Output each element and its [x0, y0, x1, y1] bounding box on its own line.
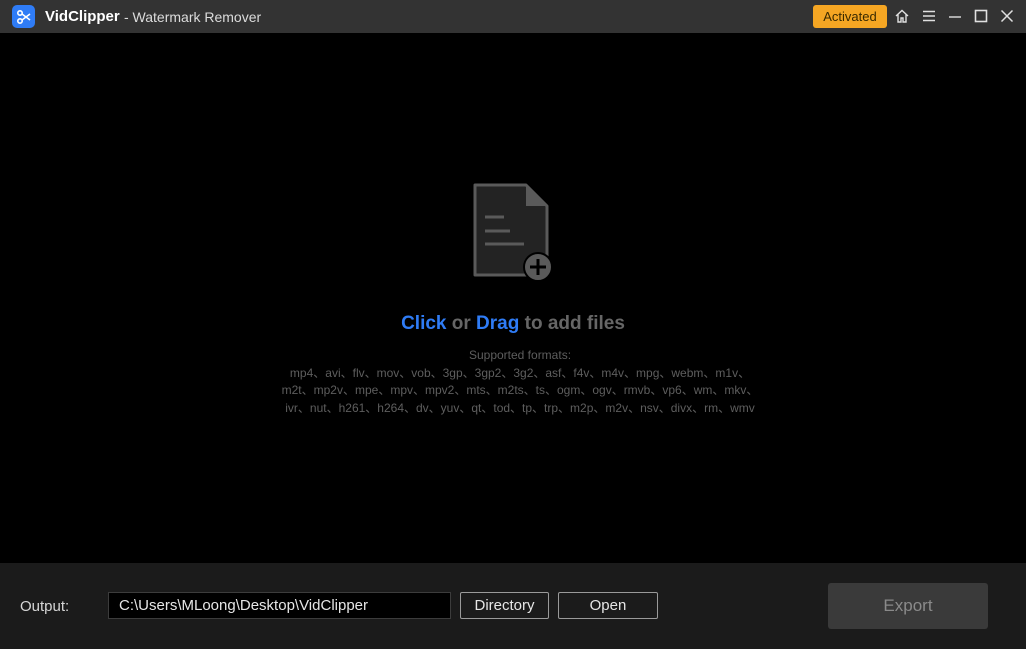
bottom-bar: Output: Directory Open Export — [0, 563, 1026, 649]
app-logo-icon — [12, 5, 35, 28]
menu-icon[interactable] — [917, 5, 941, 27]
drag-link[interactable]: Drag — [476, 313, 519, 334]
or-text: or — [451, 313, 471, 334]
formats-line: ivr、nut、h261、h264、dv、yuv、qt、tod、tp、trp、m… — [285, 400, 755, 415]
formats-line: m2t、mp2v、mpe、mpv、mpv2、mts、m2ts、ts、ogm、og… — [281, 383, 759, 397]
directory-button[interactable]: Directory — [460, 592, 549, 619]
click-link[interactable]: Click — [401, 313, 446, 334]
activated-badge[interactable]: Activated — [813, 5, 887, 28]
add-files-prompt: Click or Drag to add files — [0, 313, 1026, 335]
title-bar: VidClipper - Watermark Remover Activated — [0, 0, 1026, 33]
maximize-icon[interactable] — [969, 5, 993, 27]
app-name: VidClipper — [45, 8, 120, 25]
export-button[interactable]: Export — [828, 583, 988, 629]
file-drop-area[interactable] — [0, 33, 1026, 563]
add-files-text: to add files — [524, 313, 625, 334]
formats-title: Supported formats: — [468, 348, 572, 362]
output-path-input[interactable] — [108, 592, 451, 619]
supported-formats: Supported formats: mp4、avi、flv、mov、vob、3… — [240, 347, 800, 417]
window-subtitle: - Watermark Remover — [124, 9, 262, 25]
home-icon[interactable] — [890, 5, 914, 27]
close-icon[interactable] — [995, 5, 1019, 27]
open-button[interactable]: Open — [558, 592, 658, 619]
output-label: Output: — [20, 598, 70, 615]
minimize-icon[interactable] — [943, 5, 967, 27]
add-file-icon[interactable] — [472, 183, 556, 283]
formats-line: mp4、avi、flv、mov、vob、3gp、3gp2、3g2、asf、f4v… — [289, 365, 751, 380]
